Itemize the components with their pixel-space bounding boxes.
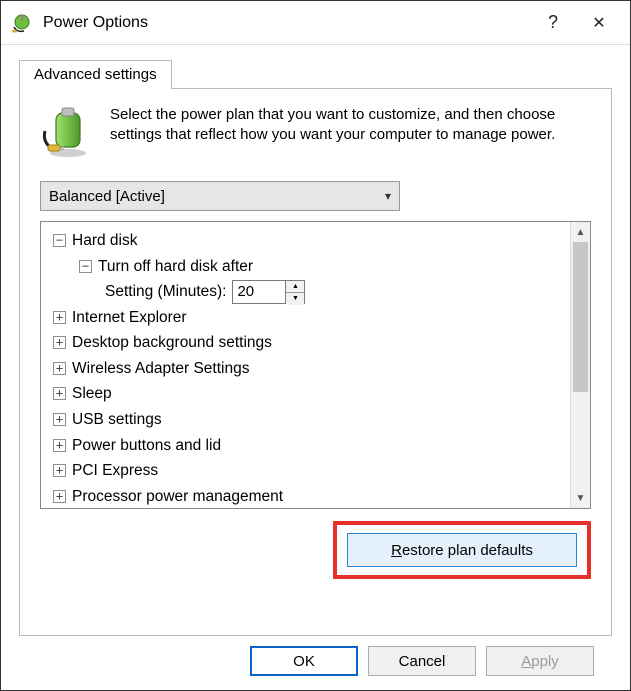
close-button[interactable]: ✕ (576, 1, 622, 45)
ok-button[interactable]: OK (250, 646, 358, 676)
apply-button[interactable]: Apply (486, 646, 594, 676)
expand-icon[interactable]: + (53, 387, 66, 400)
minutes-spinner[interactable]: ▲ ▼ (232, 280, 305, 304)
tree-node-desktop-background[interactable]: +Desktop background settings (49, 330, 566, 356)
tree-node-sleep[interactable]: +Sleep (49, 381, 566, 407)
tree-node-setting-minutes: Setting (Minutes): ▲ ▼ (49, 279, 305, 305)
expand-icon[interactable]: + (53, 362, 66, 375)
tree-node-power-buttons-lid[interactable]: +Power buttons and lid (49, 433, 566, 459)
collapse-icon[interactable]: − (79, 260, 92, 273)
intro-row: Select the power plan that you want to c… (40, 105, 591, 161)
tree-node-usb-settings[interactable]: +USB settings (49, 407, 566, 433)
dialog-button-row: OK Cancel Apply (19, 636, 612, 676)
tree-scrollbar[interactable]: ▲ ▼ (570, 222, 590, 508)
tree-node-processor-power[interactable]: +Processor power management (49, 484, 566, 508)
scroll-thumb[interactable] (573, 242, 588, 392)
expand-icon[interactable]: + (53, 336, 66, 349)
settings-tree-container: −Hard disk −Turn off hard disk after Set… (40, 221, 591, 509)
client-area: Advanced settings (1, 45, 630, 690)
tab-panel: Select the power plan that you want to c… (19, 88, 612, 636)
expand-icon[interactable]: + (53, 311, 66, 324)
battery-plug-icon (40, 105, 96, 161)
help-button[interactable]: ? (530, 1, 576, 45)
intro-text: Select the power plan that you want to c… (110, 105, 591, 161)
tree-node-pci-express[interactable]: +PCI Express (49, 458, 566, 484)
expand-icon[interactable]: + (53, 464, 66, 477)
expand-icon[interactable]: + (53, 413, 66, 426)
scroll-up-icon[interactable]: ▲ (571, 222, 590, 242)
restore-highlight-box: Restore plan defaults (333, 521, 591, 579)
power-options-icon (11, 12, 33, 34)
tree-node-internet-explorer[interactable]: +Internet Explorer (49, 305, 566, 331)
chevron-down-icon: ▾ (385, 189, 391, 203)
setting-label: Setting (Minutes): (105, 279, 226, 305)
power-plan-selected: Balanced [Active] (49, 188, 165, 205)
power-plan-combobox[interactable]: Balanced [Active] ▾ (40, 181, 400, 211)
tree-node-turn-off-hard-disk[interactable]: −Turn off hard disk after (49, 254, 566, 280)
minutes-input[interactable] (233, 281, 285, 303)
settings-tree[interactable]: −Hard disk −Turn off hard disk after Set… (41, 222, 570, 508)
expand-icon[interactable]: + (53, 490, 66, 503)
power-options-window: Power Options ? ✕ Advanced settings (0, 0, 631, 691)
spinner-up-icon[interactable]: ▲ (286, 281, 304, 294)
scroll-track[interactable] (571, 242, 590, 488)
tabstrip: Advanced settings (19, 59, 612, 88)
scroll-down-icon[interactable]: ▼ (571, 488, 590, 508)
titlebar: Power Options ? ✕ (1, 1, 630, 45)
expand-icon[interactable]: + (53, 439, 66, 452)
restore-plan-defaults-button[interactable]: Restore plan defaults (347, 533, 577, 567)
spinner-down-icon[interactable]: ▼ (286, 293, 304, 305)
tree-node-hard-disk[interactable]: −Hard disk (49, 228, 566, 254)
restore-row: Restore plan defaults (40, 521, 591, 579)
tree-node-wireless-adapter[interactable]: +Wireless Adapter Settings (49, 356, 566, 382)
collapse-icon[interactable]: − (53, 234, 66, 247)
cancel-button[interactable]: Cancel (368, 646, 476, 676)
window-title: Power Options (43, 14, 530, 32)
tab-advanced-settings[interactable]: Advanced settings (19, 60, 172, 89)
